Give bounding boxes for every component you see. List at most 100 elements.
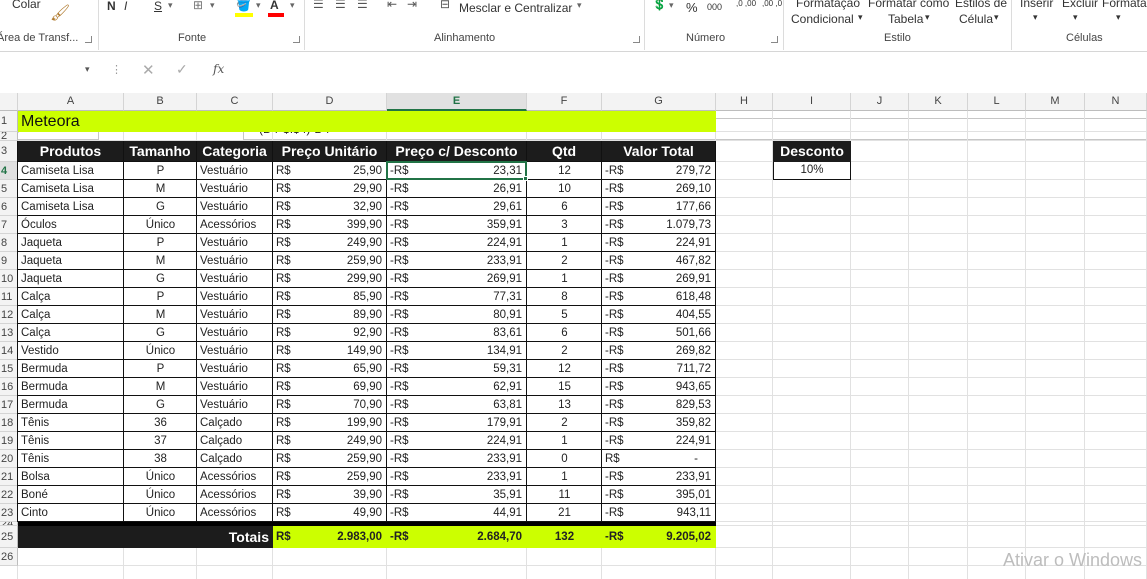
column-header-g[interactable]: G — [602, 93, 716, 111]
cell-total[interactable]: 279,72 — [636, 162, 716, 180]
insert-button[interactable]: Inserir — [1020, 0, 1053, 10]
thousands-button[interactable]: 000 — [707, 2, 722, 12]
row-header-20[interactable]: 20 — [0, 450, 18, 468]
cell-total[interactable]: 269,10 — [636, 180, 716, 198]
cell-tamanho[interactable]: P — [124, 234, 197, 252]
row-header-25[interactable]: 25 — [0, 526, 18, 548]
cell-preco[interactable]: 399,90 — [303, 216, 387, 234]
cell-desconto[interactable]: 29,61 — [417, 198, 527, 216]
chevron-down-icon[interactable]: ▾ — [210, 0, 215, 11]
sheet-title[interactable]: Meteora — [18, 111, 716, 132]
cancel-icon[interactable]: ✕ — [142, 61, 155, 79]
fill-color-icon[interactable]: 🪣 — [236, 0, 251, 12]
cell-desconto[interactable]: 233,91 — [417, 468, 527, 486]
cell-desconto[interactable]: 269,91 — [417, 270, 527, 288]
totals-total[interactable]: 9.205,02 — [636, 526, 716, 548]
row-header-22[interactable]: 22 — [0, 486, 18, 504]
decrease-decimal-button[interactable]: ,00 ,0 — [762, 0, 782, 8]
cell-tamanho[interactable]: Único — [124, 486, 197, 504]
cell-produto[interactable]: Bermuda — [18, 378, 124, 396]
cell-desconto[interactable]: 26,91 — [417, 180, 527, 198]
merge-icon[interactable]: ⊟ — [440, 0, 450, 11]
cell-total[interactable]: 224,91 — [636, 432, 716, 450]
cell-total[interactable]: 359,82 — [636, 414, 716, 432]
cell-preco[interactable]: 249,90 — [303, 432, 387, 450]
column-header-n[interactable]: N — [1085, 93, 1147, 111]
confirm-icon[interactable]: ✓ — [176, 61, 188, 78]
row-header-21[interactable]: 21 — [0, 468, 18, 486]
column-header-i[interactable]: I — [773, 93, 851, 111]
format-button[interactable]: Formatar — [1102, 0, 1147, 10]
cell-produto[interactable]: Tênis — [18, 414, 124, 432]
cell-categoria[interactable]: Acessórios — [197, 468, 273, 486]
cell-categoria[interactable]: Vestuário — [197, 306, 273, 324]
row-header-3[interactable]: 3 — [0, 141, 18, 162]
cell-preco[interactable]: 89,90 — [303, 306, 387, 324]
cell-preco[interactable]: 92,90 — [303, 324, 387, 342]
font-dialog-icon[interactable] — [293, 36, 300, 43]
chevron-down-icon[interactable]: ▾ — [925, 12, 930, 23]
cell-categoria[interactable]: Calçado — [197, 414, 273, 432]
cell-produto[interactable]: Camiseta Lisa — [18, 180, 124, 198]
cell-categoria[interactable]: Vestuário — [197, 180, 273, 198]
cell-produto[interactable]: Cinto — [18, 504, 124, 522]
cell-preco[interactable]: 69,90 — [303, 378, 387, 396]
cell-desconto[interactable]: 63,81 — [417, 396, 527, 414]
cell-qtd[interactable]: 13 — [527, 396, 602, 414]
cell-total[interactable]: 269,82 — [636, 342, 716, 360]
cell-categoria[interactable]: Acessórios — [197, 486, 273, 504]
cell-produto[interactable]: Tênis — [18, 450, 124, 468]
cell-desconto[interactable]: 233,91 — [417, 450, 527, 468]
cell-produto[interactable]: Óculos — [18, 216, 124, 234]
cell-tamanho[interactable]: G — [124, 198, 197, 216]
cell-categoria[interactable]: Acessórios — [197, 216, 273, 234]
cell-qtd[interactable]: 15 — [527, 378, 602, 396]
cell-categoria[interactable]: Calçado — [197, 450, 273, 468]
align-center-icon[interactable]: ☰ — [335, 0, 346, 11]
cell-qtd[interactable]: 1 — [527, 270, 602, 288]
cell-preco[interactable]: 49,90 — [303, 504, 387, 522]
fill-handle[interactable] — [523, 176, 528, 181]
cond-format-line1[interactable]: Formatação — [796, 0, 860, 10]
cell-tamanho[interactable]: G — [124, 396, 197, 414]
select-all-corner[interactable] — [0, 93, 18, 111]
column-header-c[interactable]: C — [197, 93, 273, 111]
cell-preco[interactable]: 299,90 — [303, 270, 387, 288]
cell-tamanho[interactable]: 36 — [124, 414, 197, 432]
cell-tamanho[interactable]: P — [124, 162, 197, 180]
totals-preco[interactable]: 2.983,00 — [303, 526, 387, 548]
cell-categoria[interactable]: Acessórios — [197, 504, 273, 522]
cell-desconto[interactable]: 35,91 — [417, 486, 527, 504]
column-header-b[interactable]: B — [124, 93, 197, 111]
cell-categoria[interactable]: Vestuário — [197, 162, 273, 180]
row-header-15[interactable]: 15 — [0, 360, 18, 378]
cond-format-line2[interactable]: Condicional — [791, 12, 854, 26]
cell-tamanho[interactable]: P — [124, 360, 197, 378]
insert-function-icon[interactable]: fx — [213, 62, 224, 76]
increase-indent-icon[interactable]: ⇥ — [407, 0, 417, 11]
cell-produto[interactable]: Calça — [18, 288, 124, 306]
delete-button[interactable]: Excluir — [1062, 0, 1098, 10]
column-header-j[interactable]: J — [851, 93, 909, 111]
row-header-11[interactable]: 11 — [0, 288, 18, 306]
cell-desconto[interactable]: 80,91 — [417, 306, 527, 324]
increase-decimal-button[interactable]: ,0 ,00 — [736, 0, 756, 8]
chevron-down-icon[interactable]: ▾ — [858, 12, 863, 23]
cell-tamanho[interactable]: Único — [124, 216, 197, 234]
cell-tamanho[interactable]: G — [124, 324, 197, 342]
percent-button[interactable]: % — [686, 0, 698, 15]
format-table-line2[interactable]: Tabela — [888, 12, 923, 26]
cell-qtd[interactable]: 1 — [527, 432, 602, 450]
cell-preco[interactable]: 259,90 — [303, 450, 387, 468]
row-header-19[interactable]: 19 — [0, 432, 18, 450]
cell-preco[interactable]: 249,90 — [303, 234, 387, 252]
row-header-13[interactable]: 13 — [0, 324, 18, 342]
underline-button[interactable]: S — [154, 0, 162, 13]
cell-produto[interactable]: Jaqueta — [18, 270, 124, 288]
number-dialog-icon[interactable] — [771, 36, 778, 43]
row-header-10[interactable]: 10 — [0, 270, 18, 288]
cell-preco[interactable]: 85,90 — [303, 288, 387, 306]
bold-button[interactable]: N — [107, 0, 116, 13]
cell-total[interactable]: 943,11 — [636, 504, 716, 522]
currency-format-icon[interactable]: 💲 — [652, 0, 667, 11]
